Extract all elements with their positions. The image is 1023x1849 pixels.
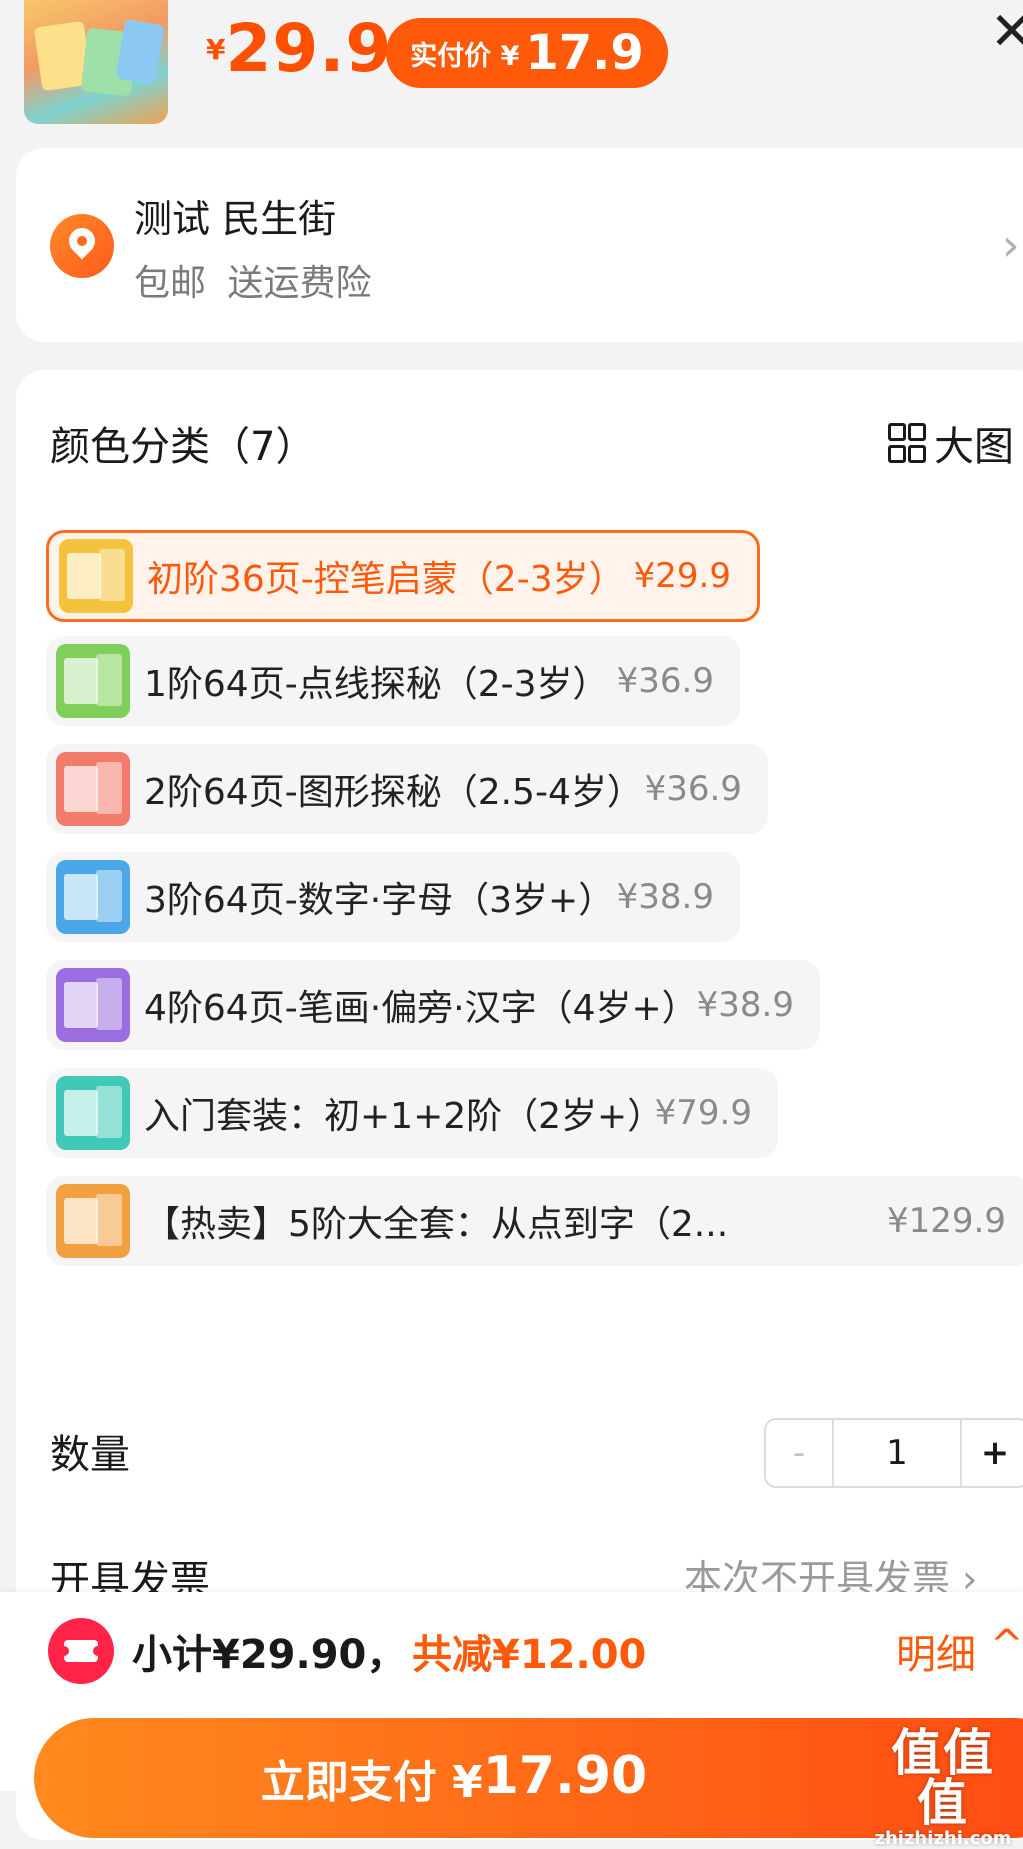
big-picture-toggle[interactable]: 大图 [888, 414, 1014, 472]
sku-option-price: ¥38.9 [616, 877, 714, 917]
product-price: ¥29.9 [206, 10, 392, 87]
address-name: 测试 民生街 [134, 197, 337, 241]
quantity-label: 数量 [50, 1432, 130, 1478]
actual-pay-badge: 实付价 ¥ 17.9 [386, 18, 668, 88]
sku-option-label: 初阶36页-控笔启蒙（2-3岁） [147, 559, 625, 600]
chevron-right-icon: › [1002, 220, 1020, 271]
quantity-stepper: - 1 + [764, 1418, 1023, 1488]
actual-pay-amount: 17.9 [525, 25, 644, 81]
sku-option-image [56, 1076, 130, 1150]
watermark-logo: 值值值 zhizhizhi.com [874, 1724, 1012, 1849]
sku-option[interactable]: 1阶64页-点线探秘（2-3岁） ¥36.9 [46, 636, 740, 726]
chevron-up-icon[interactable]: ^ [990, 1622, 1023, 1668]
grid-icon [888, 423, 926, 463]
sku-option-image [56, 752, 130, 826]
sku-option-label: 2阶64页-图形探秘（2.5-4岁） [144, 772, 643, 813]
sku-option[interactable]: 【热卖】5阶大全套：从点到字（2... ¥129.9 [46, 1176, 1023, 1266]
sku-option[interactable]: 入门套装：初+1+2阶（2岁+） ¥79.9 [46, 1068, 778, 1158]
big-picture-label: 大图 [934, 424, 1014, 470]
sku-option-image [56, 968, 130, 1042]
sku-option-label: 3阶64页-数字·字母（3岁+） [144, 880, 615, 921]
quantity-plus-button[interactable]: + [960, 1420, 1023, 1486]
color-category-title: 颜色分类（7） [50, 424, 316, 470]
close-icon[interactable]: ✕ [990, 6, 1023, 58]
sku-option-image [56, 1184, 130, 1258]
sku-option[interactable]: 4阶64页-笔画·偏旁·汉字（4岁+） ¥38.9 [46, 960, 820, 1050]
sku-option-price: ¥36.9 [644, 769, 742, 809]
sku-option-price: ¥38.9 [696, 985, 794, 1025]
sku-option-image [59, 539, 133, 613]
product-thumbnail[interactable] [24, 0, 168, 124]
price-value: 29.9 [225, 10, 393, 87]
quantity-input[interactable]: 1 [834, 1420, 960, 1486]
sku-option-price: ¥129.9 [887, 1201, 1006, 1241]
price-currency: ¥ [206, 33, 226, 66]
shipping-info: 包邮 送运费险 [134, 263, 372, 304]
detail-button[interactable]: 明细 [896, 1622, 976, 1680]
sku-option-label: 【热卖】5阶大全套：从点到字（2... [144, 1204, 729, 1245]
actual-pay-label: 实付价 ¥ [410, 40, 520, 72]
sku-option-label: 1阶64页-点线探秘（2-3岁） [144, 664, 609, 705]
sku-option-label: 入门套装：初+1+2阶（2岁+） [144, 1096, 664, 1137]
sku-option-price: ¥29.9 [633, 556, 731, 596]
sku-option-price: ¥79.9 [654, 1093, 752, 1133]
sku-option[interactable]: 2阶64页-图形探秘（2.5-4岁） ¥36.9 [46, 744, 768, 834]
coupon-icon [48, 1618, 114, 1684]
pay-now-amount: 17.90 [482, 1746, 648, 1806]
sku-option-image [56, 860, 130, 934]
sku-option-image [56, 644, 130, 718]
sku-option[interactable]: 3阶64页-数字·字母（3岁+） ¥38.9 [46, 852, 740, 942]
sku-option[interactable]: 初阶36页-控笔启蒙（2-3岁） ¥29.9 [46, 530, 760, 622]
sku-option-price: ¥36.9 [616, 661, 714, 701]
product-header: ¥29.9 实付价 ¥ 17.9 ✕ [0, 0, 1023, 135]
pay-now-label: 立即支付 ¥ [260, 1757, 483, 1808]
sku-option-label: 4阶64页-笔画·偏旁·汉字（4岁+） [144, 988, 698, 1029]
location-icon [50, 214, 114, 278]
discount-total: 共减¥12.00 [412, 1632, 647, 1678]
address-card[interactable]: 测试 民生街 包邮 送运费险 › [16, 148, 1023, 342]
quantity-minus-button[interactable]: - [766, 1420, 834, 1486]
subtotal: 小计¥29.90， [132, 1632, 407, 1678]
